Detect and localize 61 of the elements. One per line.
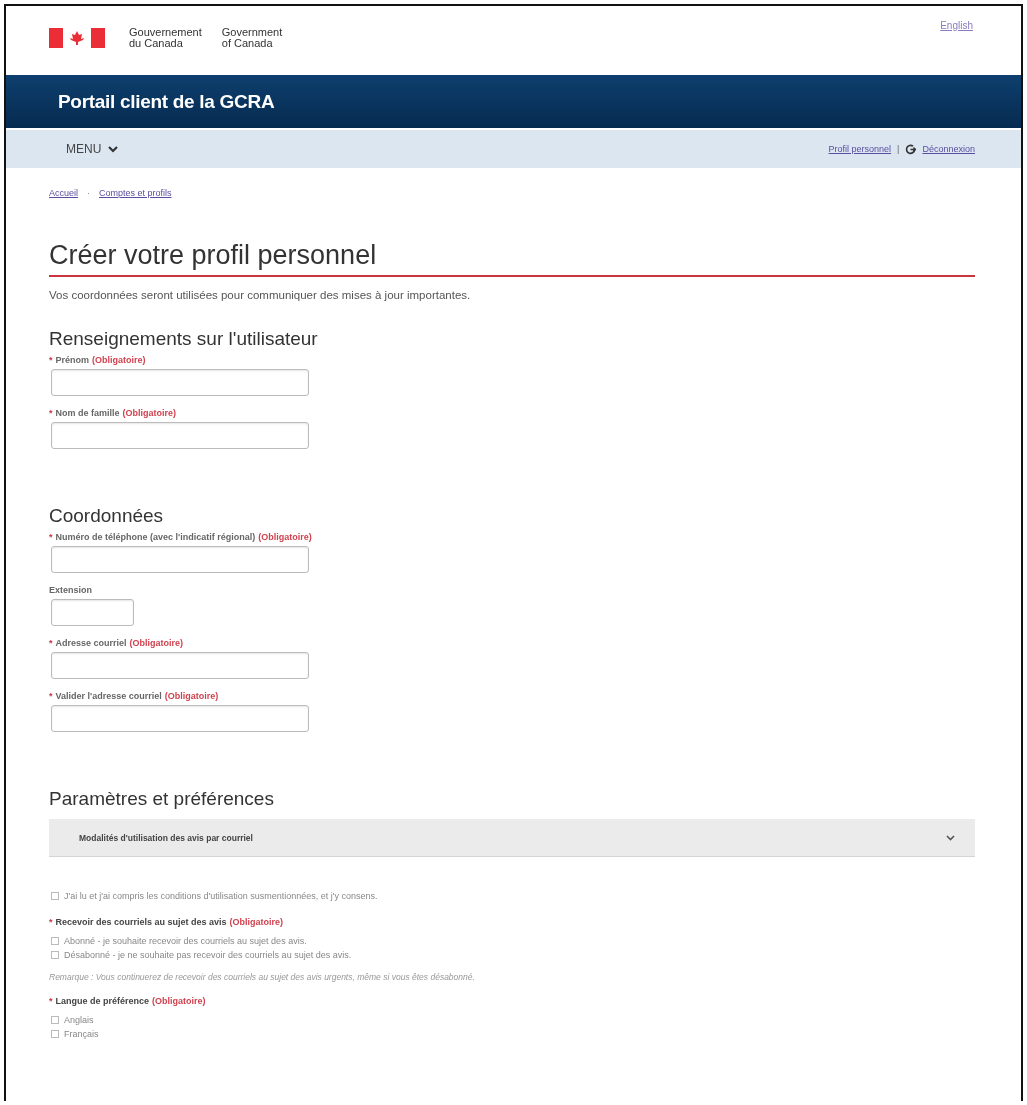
required-note: (Obligatoire): [129, 638, 184, 648]
required-mark: *: [49, 532, 53, 542]
required-mark: *: [49, 408, 53, 418]
government-wordmark: Gouvernement du Canada: [129, 27, 202, 49]
checkbox-label: J'ai lu et j'ai compris les conditions d'utilisation susmentionnées, et j'y consens.: [64, 890, 378, 903]
required-mark: *: [49, 917, 53, 927]
language-link[interactable]: English: [940, 20, 973, 31]
input-field[interactable]: [51, 705, 309, 732]
input-field[interactable]: [51, 652, 309, 679]
radio-button[interactable]: [51, 951, 59, 959]
input-field[interactable]: [51, 422, 309, 449]
logout-link[interactable]: Déconnexion: [922, 144, 975, 154]
field-label: Numéro de téléphone (avec l'indicatif régional): [55, 532, 256, 542]
section-heading: Renseignements sur l'utilisateur: [49, 328, 319, 350]
accordion-title: Modalités d'utilisation des avis par courriel: [79, 832, 253, 843]
accordion-header[interactable]: Modalités d'utilisation des avis par courriel: [49, 819, 975, 857]
section-heading: Coordonnées: [49, 505, 165, 527]
canada-flag-icon: [49, 28, 105, 48]
breadcrumb-link[interactable]: Accueil: [49, 188, 78, 198]
required-note: (Obligatoire): [152, 996, 206, 1006]
separator: |: [897, 144, 900, 154]
radio-label: Abonné - je souhaite recevoir des courriels au sujet des avis.: [64, 935, 307, 948]
radio-button[interactable]: [51, 1016, 59, 1024]
logout-icon: [905, 143, 917, 155]
radio-label: Anglais: [64, 1014, 94, 1027]
page-title: Créer votre profil personnel: [49, 240, 975, 277]
required-note: (Obligatoire): [92, 355, 146, 365]
profile-link[interactable]: Profil personnel: [828, 144, 892, 154]
required-note: (Obligatoire): [164, 691, 219, 701]
note-text: Remarque : Vous continuerez de recevoir des courriels au sujet des avis urgents, même si vous êtes désabonné.: [49, 972, 476, 982]
input-field[interactable]: [51, 546, 309, 573]
required-note: (Obligatoire): [122, 408, 177, 418]
radio-button[interactable]: [51, 1030, 59, 1038]
radio-label: Français: [64, 1028, 99, 1041]
intro-text: Vos coordonnées seront utilisées pour communiquer des mises à jour importantes.: [49, 289, 472, 301]
field-label: Langue de préférence: [55, 996, 150, 1006]
chevron-down-icon: [946, 834, 955, 841]
required-mark: *: [49, 355, 53, 365]
app-title: Portail client de la GCRA: [58, 90, 275, 113]
required-mark: *: [49, 996, 53, 1006]
checkbox[interactable]: [51, 892, 59, 900]
radio-button[interactable]: [51, 937, 59, 945]
field-label: Prénom: [55, 355, 90, 365]
government-wordmark: Government of Canada: [221, 27, 283, 49]
breadcrumb-link[interactable]: Comptes et profils: [99, 188, 172, 198]
input-field[interactable]: [51, 369, 309, 396]
field-label: Extension: [49, 585, 92, 595]
breadcrumb-separator: ·: [87, 188, 90, 198]
required-mark: *: [49, 638, 53, 648]
field-label: Adresse courriel: [55, 638, 127, 648]
field-label: Valider l'adresse courriel: [55, 691, 162, 701]
radio-label: Désabonné - je ne souhaite pas recevoir des courriels au sujet des avis.: [64, 949, 352, 962]
field-label: Nom de famille: [55, 408, 120, 418]
required-note: (Obligatoire): [258, 532, 312, 542]
section-heading: Paramètres et préférences: [49, 788, 275, 810]
input-field[interactable]: [51, 599, 134, 626]
field-label: Recevoir des courriels au sujet des avis: [55, 917, 227, 927]
required-note: (Obligatoire): [229, 917, 284, 927]
menu-button[interactable]: MENU: [62, 140, 123, 158]
chevron-down-icon: [108, 145, 119, 153]
required-mark: *: [49, 691, 53, 701]
